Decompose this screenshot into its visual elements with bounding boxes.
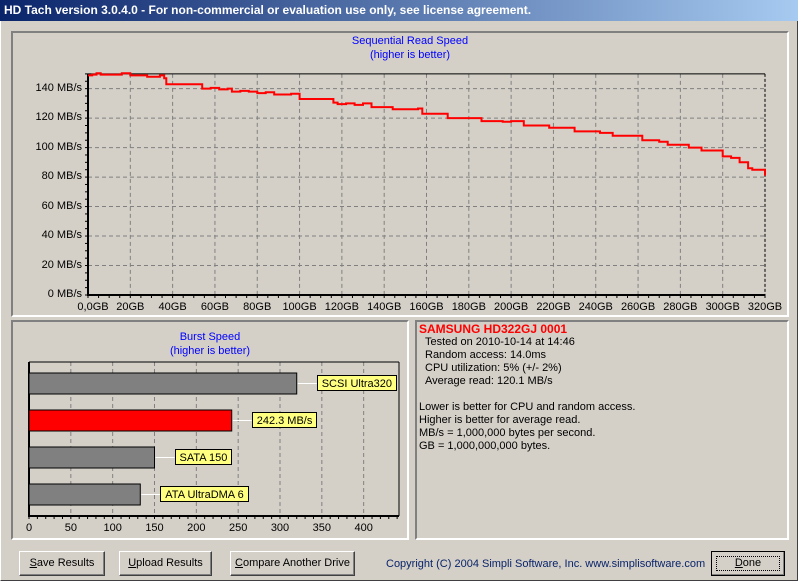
note-mbs: MB/s = 1,000,000 bytes per second.: [419, 427, 596, 439]
reference-bar: [28, 483, 141, 506]
tested-on: Tested on 2010-10-14 at 14:46: [425, 336, 575, 348]
random-access: Random access: 14.0ms: [425, 349, 547, 361]
save-mnemonic: S: [29, 557, 37, 569]
upload-results-button[interactable]: Upload Results: [119, 551, 212, 576]
reference-bar: [28, 446, 155, 469]
average-read: Average read: 120.1 MB/s: [425, 375, 553, 387]
drive-info: SAMSUNG HD322GJ 0001 Tested on 2010-10-1…: [419, 323, 635, 453]
drive-name: SAMSUNG HD322GJ 0001: [419, 322, 568, 336]
note-cpu-random: Lower is better for CPU and random acces…: [419, 401, 636, 413]
note-gb: GB = 1,000,000,000 bytes.: [419, 440, 551, 452]
compare-label: ompare Another Drive: [242, 557, 350, 569]
copyright-text: Copyright (C) 2004 Simpli Software, Inc.…: [386, 558, 706, 570]
upload-label: pload Results: [136, 557, 203, 569]
done-button[interactable]: Done: [711, 551, 785, 576]
focus-ring: [716, 556, 780, 571]
save-label: ave Results: [36, 557, 95, 569]
compare-another-drive-button[interactable]: Compare Another Drive: [230, 551, 355, 576]
bar-label: ATA UltraDMA 6: [160, 486, 249, 502]
bar-label: SCSI Ultra320: [316, 375, 398, 391]
compare-mnemonic: C: [235, 557, 243, 569]
drive-burst-bar: [28, 409, 233, 432]
save-results-button[interactable]: Save Results: [19, 551, 105, 576]
bar-label: 242.3 MB/s: [251, 412, 318, 428]
reference-bar: [28, 372, 298, 395]
bar-label: SATA 150: [174, 449, 233, 465]
x-tick-label: 400: [354, 522, 373, 534]
upload-mnemonic: U: [128, 557, 137, 569]
note-average-read: Higher is better for average read.: [419, 414, 581, 426]
cpu-utilization: CPU utilization: 5% (+/- 2%): [425, 362, 562, 374]
